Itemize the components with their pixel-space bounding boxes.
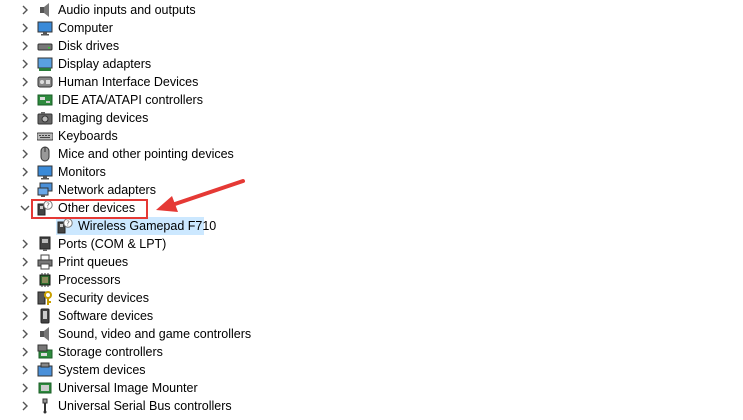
tree-item-sound-video-and-game-controllers[interactable]: Sound, video and game controllers xyxy=(0,325,743,343)
chevron-right-icon[interactable] xyxy=(19,274,31,286)
tree-item-label: Storage controllers xyxy=(58,345,163,359)
tree-item-ports-com-lpt[interactable]: Ports (COM & LPT) xyxy=(0,235,743,253)
tree-item-label: Human Interface Devices xyxy=(58,75,199,89)
tree-item-label: Security devices xyxy=(58,291,150,305)
chevron-right-icon[interactable] xyxy=(19,238,31,250)
tree-item-computer[interactable]: Computer xyxy=(0,19,743,37)
tree-item-label: Print queues xyxy=(58,255,129,269)
tree-item-label: Keyboards xyxy=(58,129,118,143)
chevron-right-icon[interactable] xyxy=(19,346,31,358)
tree-item-label: Disk drives xyxy=(58,39,120,53)
annotation-highlight-box xyxy=(31,199,148,219)
tree-item-storage-controllers[interactable]: Storage controllers xyxy=(0,343,743,361)
monitor-icon xyxy=(36,20,53,36)
tree-item-display-adapters[interactable]: Display adapters xyxy=(0,55,743,73)
tree-item-label: Software devices xyxy=(58,309,154,323)
tree-item-universal-serial-bus-controllers[interactable]: Universal Serial Bus controllers xyxy=(0,397,743,415)
chevron-right-icon[interactable] xyxy=(19,292,31,304)
tree-item-label: Processors xyxy=(58,273,121,287)
tree-item-wireless-gamepad-f710[interactable]: ? Wireless Gamepad F710 xyxy=(0,217,743,235)
chevron-right-icon[interactable] xyxy=(19,112,31,124)
svg-text:?: ? xyxy=(66,220,70,228)
tree-item-mice-and-other-pointing-devices[interactable]: Mice and other pointing devices xyxy=(0,145,743,163)
chevron-down-icon[interactable] xyxy=(19,202,31,214)
tree-item-print-queues[interactable]: Print queues xyxy=(0,253,743,271)
tree-item-ide-ata-atapi-controllers[interactable]: IDE ATA/ATAPI controllers xyxy=(0,91,743,109)
chevron-right-icon[interactable] xyxy=(19,94,31,106)
tree-item-software-devices[interactable]: Software devices xyxy=(0,307,743,325)
hid-icon xyxy=(36,74,53,90)
security-key-icon xyxy=(36,290,53,306)
monitor-icon xyxy=(36,164,53,180)
chevron-right-icon[interactable] xyxy=(19,76,31,88)
chevron-right-icon[interactable] xyxy=(19,22,31,34)
tree-item-human-interface-devices[interactable]: Human Interface Devices xyxy=(0,73,743,91)
tree-item-label: Sound, video and game controllers xyxy=(58,327,252,341)
tree-item-label: Imaging devices xyxy=(58,111,149,125)
speaker-icon xyxy=(36,326,53,342)
chevron-right-icon[interactable] xyxy=(19,148,31,160)
chevron-right-icon[interactable] xyxy=(19,310,31,322)
printer-icon xyxy=(36,254,53,270)
tree-item-label: Network adapters xyxy=(58,183,156,197)
chevron-right-icon[interactable] xyxy=(19,328,31,340)
tree-item-network-adapters[interactable]: Network adapters xyxy=(0,181,743,199)
tree-item-disk-drives[interactable]: Disk drives xyxy=(0,37,743,55)
chevron-right-icon[interactable] xyxy=(19,4,31,16)
tree-item-label: Audio inputs and outputs xyxy=(58,3,196,17)
keyboard-icon xyxy=(36,128,53,144)
tree-item-label: Wireless Gamepad F710 xyxy=(78,219,217,233)
tree-item-label: Monitors xyxy=(58,165,106,179)
chevron-right-icon[interactable] xyxy=(19,58,31,70)
storage-controller-icon xyxy=(36,344,53,360)
processor-icon xyxy=(36,272,53,288)
tree-item-label: Universal Image Mounter xyxy=(58,381,198,395)
display-adapter-icon xyxy=(36,56,53,72)
tree-item-label: System devices xyxy=(58,363,146,377)
tree-item-label: IDE ATA/ATAPI controllers xyxy=(58,93,203,107)
ide-controller-icon xyxy=(36,92,53,108)
chevron-right-icon[interactable] xyxy=(19,364,31,376)
annotation-arrow-icon xyxy=(156,179,245,212)
tree-item-security-devices[interactable]: Security devices xyxy=(0,289,743,307)
chevron-right-icon[interactable] xyxy=(19,166,31,178)
tree-item-audio-inputs-and-outputs[interactable]: Audio inputs and outputs xyxy=(0,1,743,19)
tree-item-monitors[interactable]: Monitors xyxy=(0,163,743,181)
chevron-right-icon[interactable] xyxy=(19,382,31,394)
speaker-icon xyxy=(36,2,53,18)
software-device-icon xyxy=(36,308,53,324)
mouse-icon xyxy=(36,146,53,162)
unknown-device-icon: ? xyxy=(56,218,73,234)
chevron-right-icon[interactable] xyxy=(19,184,31,196)
disk-drive-icon xyxy=(36,38,53,54)
chevron-right-icon[interactable] xyxy=(19,400,31,412)
tree-item-universal-image-mounter[interactable]: Universal Image Mounter xyxy=(0,379,743,397)
tree-item-label: Ports (COM & LPT) xyxy=(58,237,167,251)
tree-item-imaging-devices[interactable]: Imaging devices xyxy=(0,109,743,127)
camera-icon xyxy=(36,110,53,126)
tree-item-label: Computer xyxy=(58,21,113,35)
image-mounter-icon xyxy=(36,380,53,396)
usb-icon xyxy=(36,398,53,414)
port-icon xyxy=(36,236,53,252)
system-device-icon xyxy=(36,362,53,378)
tree-item-label: Universal Serial Bus controllers xyxy=(58,399,232,413)
chevron-right-icon[interactable] xyxy=(19,40,31,52)
chevron-right-icon[interactable] xyxy=(19,130,31,142)
tree-item-label: Display adapters xyxy=(58,57,152,71)
tree-item-keyboards[interactable]: Keyboards xyxy=(0,127,743,145)
tree-item-processors[interactable]: Processors xyxy=(0,271,743,289)
tree-item-system-devices[interactable]: System devices xyxy=(0,361,743,379)
network-adapter-icon xyxy=(36,182,53,198)
chevron-right-icon[interactable] xyxy=(19,256,31,268)
tree-item-label: Mice and other pointing devices xyxy=(58,147,234,161)
